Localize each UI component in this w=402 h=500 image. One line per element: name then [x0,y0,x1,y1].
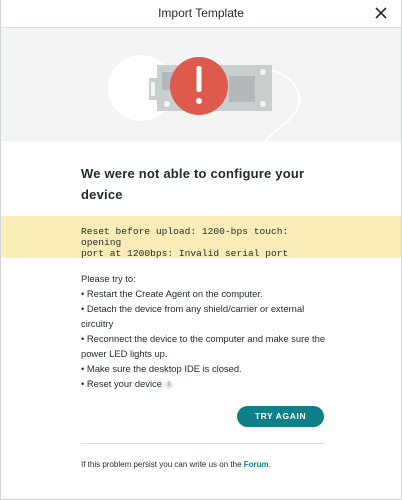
tip-item: • Reset your device [81,378,162,389]
footer-note: If this problem persist you can write us… [81,460,331,469]
error-line-2: port at 1200bps: Invalid serial port [81,248,289,259]
divider [81,443,324,444]
dialog-title: Import Template [158,6,244,20]
info-icon[interactable]: i [164,381,173,389]
tip-item: • Detach the device from any shield/carr… [81,303,305,314]
tip-item: • Make sure the desktop IDE is closed. [81,363,242,374]
headline-line-2: device [81,187,123,202]
close-icon[interactable] [371,3,391,23]
error-message: Reset before upload: 1200-bps touch: ope… [81,226,331,259]
error-illustration [1,28,401,141]
footer-suffix: . [268,460,271,469]
troubleshooting-tips: Please try to: • Restart the Create Agen… [81,271,331,391]
tips-intro: Please try to: [81,273,136,284]
try-again-button[interactable]: TRY AGAIN [237,406,324,427]
tip-item: • Restart the Create Agent on the comput… [81,288,263,299]
tip-item: power LED lights up. [81,348,168,359]
tip-item-reset: • Reset your device i [81,376,331,391]
error-headline: We were not able to configure your devic… [81,163,341,205]
error-message-bar: Reset before upload: 1200-bps touch: ope… [1,216,401,259]
error-line-1: Reset before upload: 1200-bps touch: ope… [81,226,289,248]
headline-line-1: We were not able to configure your [81,166,305,181]
tip-item: circuitry [81,318,114,329]
board-error-illustration [108,55,301,141]
tip-item: • Reconnect the device to the computer a… [81,333,326,344]
footer-text: If this problem persist you can write us… [81,460,244,469]
forum-link[interactable]: Forum [244,460,269,469]
dialog-header: Import Template [1,0,401,28]
import-template-dialog: Import Template We were not able to conf… [0,0,402,500]
